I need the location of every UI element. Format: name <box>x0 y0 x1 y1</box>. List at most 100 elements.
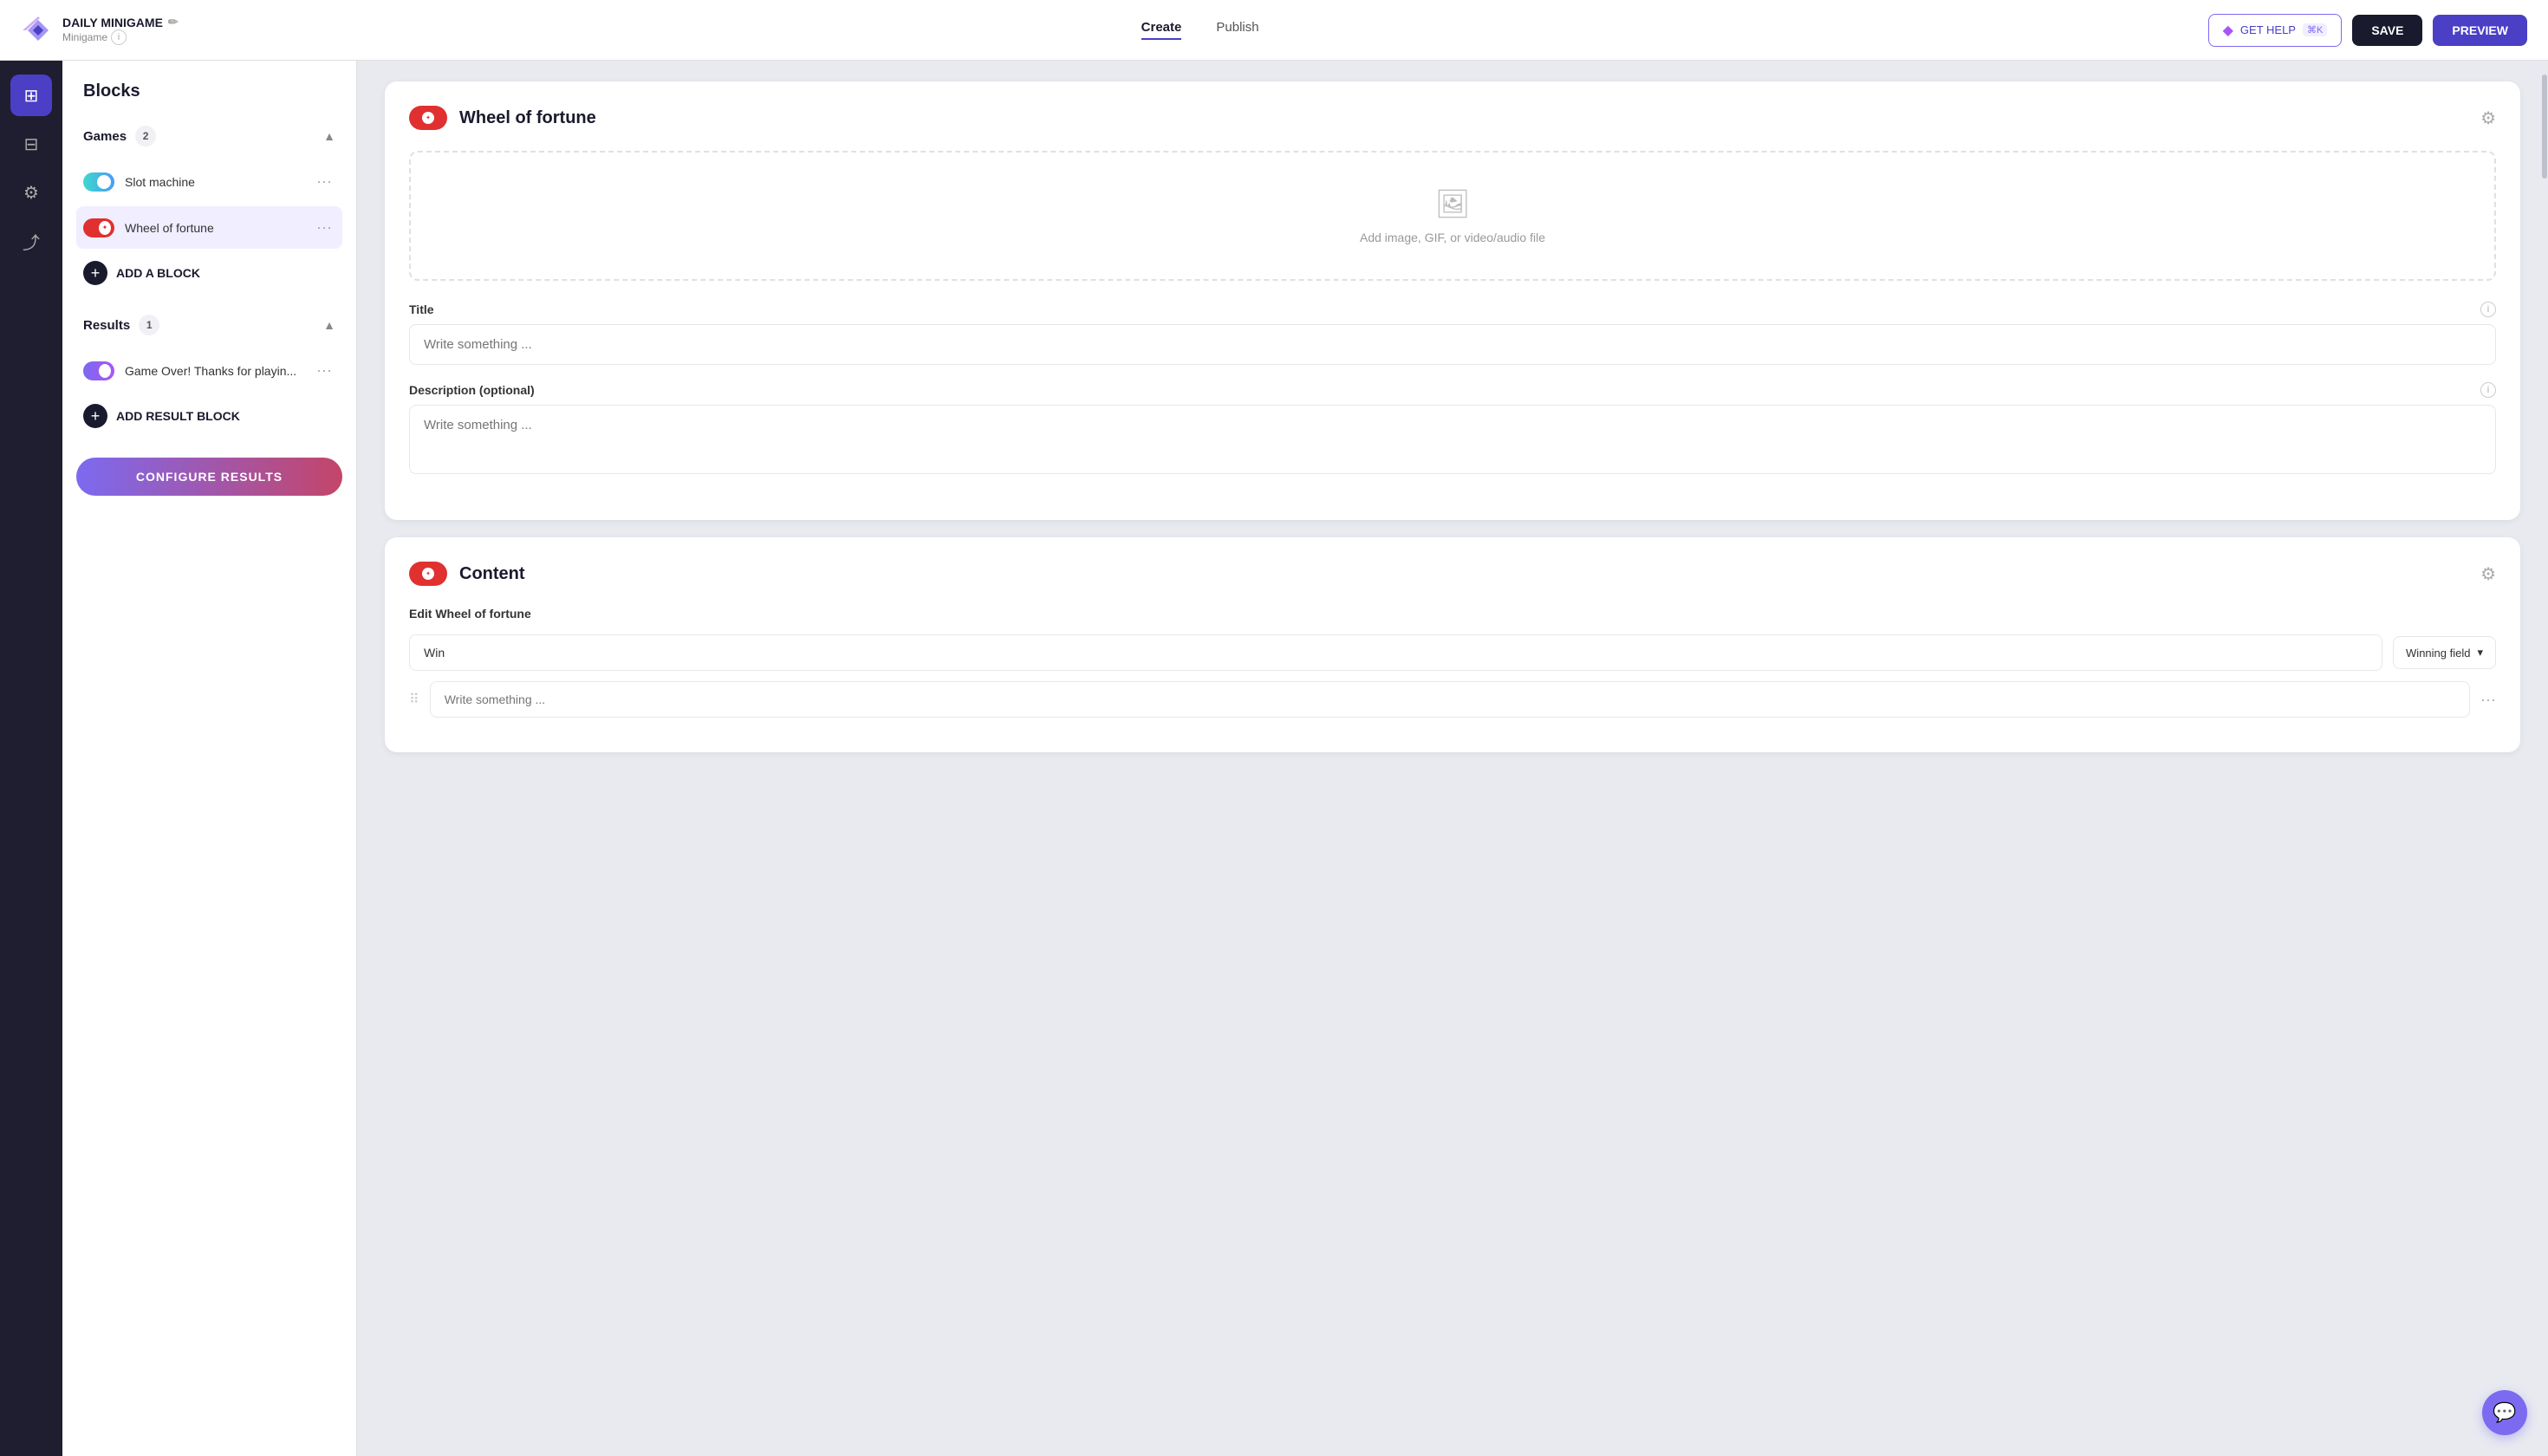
image-placeholder-icon: 🖼 <box>1435 187 1471 220</box>
game-over-more-icon[interactable]: ··· <box>313 358 335 383</box>
configure-results-button[interactable]: CONFIGURE RESULTS <box>76 458 342 496</box>
slot-machine-label: Slot machine <box>125 175 302 189</box>
content-card-gear-icon[interactable]: ⚙ <box>2480 563 2496 585</box>
result-toggle-knob <box>99 364 111 378</box>
content-card-header-left: ✦ Content <box>409 562 525 586</box>
title-field-input[interactable] <box>409 324 2496 365</box>
wheel-row-second: ⠿ ··· <box>409 681 2496 718</box>
sidebar-share-icon[interactable]: ⤴ <box>10 220 52 262</box>
title-field-label: Title <box>409 302 434 316</box>
save-button[interactable]: SAVE <box>2352 15 2422 46</box>
games-section-header: Games 2 ▲ <box>76 119 342 153</box>
main-layout: ⊞ ⊟ ⚙ ⤴ Blocks Games 2 ▲ Slot machine ··… <box>0 0 2548 1456</box>
results-section-label: Results <box>83 318 130 333</box>
add-block-button[interactable]: + ADD A BLOCK <box>76 252 342 294</box>
add-block-circle-icon: + <box>83 261 107 285</box>
edit-wheel-label: Edit Wheel of fortune <box>409 607 2496 621</box>
main-content: ✦ Wheel of fortune ⚙ 🖼 Add image, GIF, o… <box>357 61 2548 1456</box>
scrollbar-track <box>2541 61 2548 1456</box>
scrollbar-thumb <box>2542 75 2547 179</box>
slot-machine-more-icon[interactable]: ··· <box>313 169 335 194</box>
results-section-header: Results 1 ▲ <box>76 308 342 342</box>
add-result-circle-icon: + <box>83 404 107 428</box>
wheel-of-fortune-card: ✦ Wheel of fortune ⚙ 🖼 Add image, GIF, o… <box>385 81 2520 520</box>
results-section-count: 1 <box>139 315 159 335</box>
wheel-row-more-icon[interactable]: ··· <box>2480 691 2496 709</box>
wheel-row-win-input[interactable] <box>409 634 2382 671</box>
sidebar-settings-icon[interactable]: ⚙ <box>10 172 52 213</box>
topbar: DAILY MINIGAME ✏ Minigame i Create Publi… <box>0 0 2548 61</box>
games-section-label: Games <box>83 129 127 144</box>
description-field-textarea[interactable] <box>409 405 2496 474</box>
wheel-card-badge: ✦ <box>409 106 447 130</box>
title-field-group: Title i <box>409 302 2496 365</box>
edit-title-icon[interactable]: ✏ <box>168 15 179 29</box>
chat-support-button[interactable]: 💬 <box>2482 1390 2527 1435</box>
sidebar-layers-icon[interactable]: ⊟ <box>10 123 52 165</box>
image-upload-area[interactable]: 🖼 Add image, GIF, or video/audio file <box>409 151 2496 281</box>
wheel-card-header: ✦ Wheel of fortune ⚙ <box>409 106 2496 130</box>
block-item-wheel-of-fortune[interactable]: ✦ Wheel of fortune ··· <box>76 206 342 249</box>
preview-button[interactable]: PREVIEW <box>2433 15 2527 46</box>
app-title-text: DAILY MINIGAME <box>62 16 163 29</box>
image-upload-text: Add image, GIF, or video/audio file <box>1360 231 1545 244</box>
wheel-of-fortune-more-icon[interactable]: ··· <box>313 215 335 240</box>
content-badge-icon: ✦ <box>422 568 434 580</box>
wheel-row-win: Winning field ▾ <box>409 634 2496 671</box>
wheel-toggle[interactable]: ✦ <box>83 218 114 237</box>
help-diamond-icon: ◆ <box>2223 22 2233 39</box>
add-block-label: ADD A BLOCK <box>116 266 200 280</box>
get-help-button[interactable]: ◆ GET HELP ⌘K <box>2208 14 2343 47</box>
winning-field-dropdown[interactable]: Winning field ▾ <box>2393 636 2496 669</box>
description-field-info-icon[interactable]: i <box>2480 382 2496 398</box>
wheel-card-title: Wheel of fortune <box>459 108 596 128</box>
content-card-title: Content <box>459 564 525 584</box>
add-result-block-button[interactable]: + ADD RESULT BLOCK <box>76 395 342 437</box>
wheel-row-second-input[interactable] <box>430 681 2470 718</box>
games-section-chevron-icon[interactable]: ▲ <box>323 129 335 143</box>
content-card: ✦ Content ⚙ Edit Wheel of fortune Winnin… <box>385 537 2520 752</box>
description-field-group: Description (optional) i <box>409 382 2496 478</box>
content-card-header: ✦ Content ⚙ <box>409 562 2496 586</box>
sidebar-blocks-icon[interactable]: ⊞ <box>10 75 52 116</box>
help-shortcut: ⌘K <box>2303 23 2327 36</box>
wheel-toggle-knob: ✦ <box>99 221 111 235</box>
app-title: DAILY MINIGAME ✏ <box>62 15 179 29</box>
winning-field-chevron-icon: ▾ <box>2477 646 2483 660</box>
add-result-label: ADD RESULT BLOCK <box>116 409 240 423</box>
game-over-label: Game Over! Thanks for playin... <box>125 364 302 378</box>
subtitle-info-icon[interactable]: i <box>111 29 127 45</box>
winning-field-label: Winning field <box>2406 647 2470 660</box>
nav-create[interactable]: Create <box>1141 20 1182 40</box>
games-section-count: 2 <box>135 126 156 146</box>
games-section-header-left: Games 2 <box>83 126 156 146</box>
wheel-card-gear-icon[interactable]: ⚙ <box>2480 107 2496 129</box>
slot-toggle-knob <box>97 175 111 189</box>
description-field-label-row: Description (optional) i <box>409 382 2496 398</box>
results-section-chevron-icon[interactable]: ▲ <box>323 318 335 332</box>
wheel-card-header-left: ✦ Wheel of fortune <box>409 106 596 130</box>
slot-toggle[interactable] <box>83 172 114 192</box>
title-field-label-row: Title i <box>409 302 2496 317</box>
logo-area: DAILY MINIGAME ✏ Minigame i <box>21 13 192 48</box>
result-toggle[interactable] <box>83 361 114 380</box>
app-subtitle: Minigame i <box>62 29 179 45</box>
help-label: GET HELP <box>2240 23 2296 36</box>
app-logo <box>21 13 55 48</box>
content-card-badge: ✦ <box>409 562 447 586</box>
title-area: DAILY MINIGAME ✏ Minigame i <box>62 15 179 45</box>
blocks-panel-title: Blocks <box>76 81 342 101</box>
description-field-label: Description (optional) <box>409 383 535 397</box>
nav-publish[interactable]: Publish <box>1216 20 1258 40</box>
blocks-panel: Blocks Games 2 ▲ Slot machine ··· ✦ Whee… <box>62 61 357 1456</box>
drag-handle-icon[interactable]: ⠿ <box>409 691 419 708</box>
sidebar-icons: ⊞ ⊟ ⚙ ⤴ <box>0 61 62 1456</box>
wheel-of-fortune-label: Wheel of fortune <box>125 221 302 235</box>
results-section-header-left: Results 1 <box>83 315 159 335</box>
title-field-info-icon[interactable]: i <box>2480 302 2496 317</box>
block-item-slot-machine[interactable]: Slot machine ··· <box>76 160 342 203</box>
wheel-badge-icon: ✦ <box>422 112 434 124</box>
top-nav: Create Publish <box>206 20 2194 40</box>
block-item-game-over[interactable]: Game Over! Thanks for playin... ··· <box>76 349 342 392</box>
topbar-actions: ◆ GET HELP ⌘K SAVE PREVIEW <box>2208 14 2527 47</box>
